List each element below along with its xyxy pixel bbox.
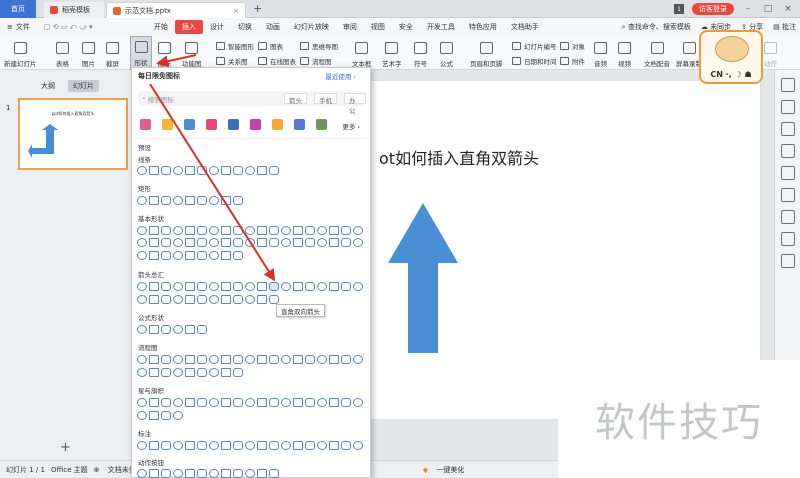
annotation-arrow-to-target-shape: [149, 83, 276, 282]
annotation-overlay: [149, 54, 276, 282]
annotation-arrow-to-shape-button: [156, 54, 197, 68]
